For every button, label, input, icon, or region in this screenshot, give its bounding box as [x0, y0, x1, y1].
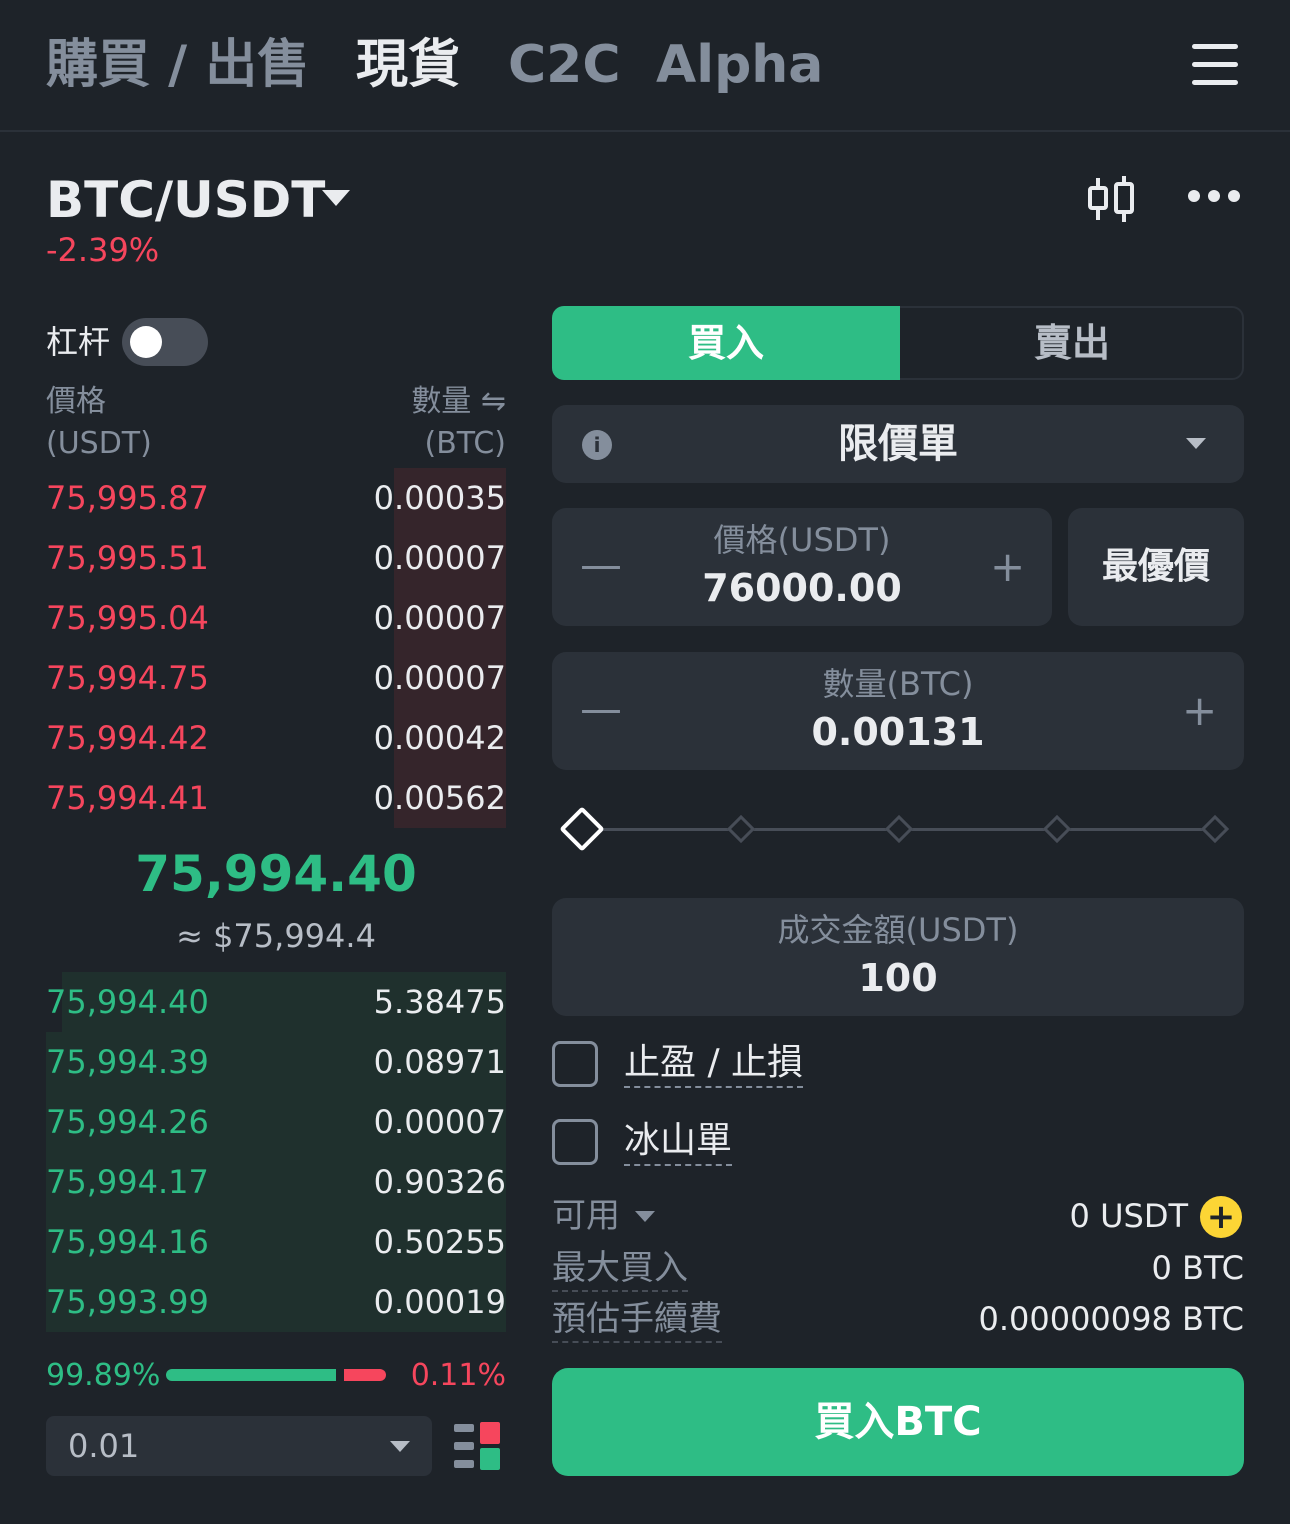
candlestick-chart-icon[interactable] [1086, 174, 1136, 224]
bid-quantity: 0.90326 [373, 1163, 506, 1201]
price-input-label: 價格(USDT) [713, 521, 891, 559]
ask-row[interactable]: 75,994.41 0.00562 [46, 768, 506, 828]
bid-quantity: 0.00007 [373, 1103, 506, 1141]
tab-spot[interactable]: 現貨 [356, 30, 460, 100]
slider-step-75[interactable] [1042, 814, 1072, 844]
ask-price: 75,994.75 [46, 659, 209, 697]
slider-handle[interactable] [559, 806, 605, 852]
ask-price: 75,995.87 [46, 479, 209, 517]
bid-row[interactable]: 75,993.99 0.00019 [46, 1272, 506, 1332]
max-buy-label[interactable]: 最大買入 [552, 1246, 688, 1292]
chevron-down-icon[interactable] [635, 1211, 655, 1222]
bid-row[interactable]: 75,994.17 0.90326 [46, 1152, 506, 1212]
bid-row[interactable]: 75,994.26 0.00007 [46, 1092, 506, 1152]
tp-sl-checkbox[interactable] [552, 1041, 598, 1087]
available-value: 0 USDT [1069, 1197, 1188, 1235]
ask-price: 75,994.41 [46, 779, 209, 817]
bid-quantity: 5.38475 [373, 983, 506, 1021]
price-input-value[interactable]: 76000.00 [552, 564, 1052, 612]
bid-price: 75,994.26 [46, 1103, 209, 1141]
ask-quantity: 0.00007 [373, 599, 506, 637]
plus-icon[interactable]: + [1182, 687, 1217, 735]
precision-value: 0.01 [68, 1427, 140, 1465]
sell-tab[interactable]: 賣出 [900, 306, 1244, 380]
last-price[interactable]: 75,994.40 [46, 842, 506, 906]
max-buy-value: 0 BTC [1151, 1249, 1245, 1287]
buy-ratio-bar [166, 1369, 336, 1381]
caret-down-icon[interactable] [322, 190, 350, 206]
slider-step-25[interactable] [726, 814, 756, 844]
buy-tab[interactable]: 買入 [552, 306, 900, 380]
sell-ratio: 0.11% [410, 1358, 506, 1393]
buy-btc-button[interactable]: 買入BTC [552, 1368, 1244, 1476]
total-input-value[interactable]: 100 [552, 954, 1244, 1002]
ask-row[interactable]: 75,994.75 0.00007 [46, 648, 506, 708]
bid-price: 75,994.40 [46, 983, 209, 1021]
slider-step-100[interactable] [1200, 814, 1230, 844]
leverage-toggle[interactable] [122, 318, 208, 366]
price-change: -2.39% [46, 231, 160, 269]
ask-price: 75,995.51 [46, 539, 209, 577]
quantity-input-value[interactable]: 0.00131 [552, 708, 1244, 756]
quantity-header[interactable]: 數量 ⇋ [411, 382, 506, 422]
more-options-icon[interactable] [1188, 190, 1242, 206]
iceberg-label[interactable]: 冰山單 [624, 1118, 733, 1166]
quantity-unit: (BTC) [424, 426, 506, 461]
price-header: 價格 [46, 384, 106, 419]
chevron-down-icon [390, 1441, 410, 1452]
add-funds-icon[interactable]: + [1200, 1196, 1242, 1238]
bid-price: 75,994.39 [46, 1043, 209, 1081]
chevron-down-icon [1186, 438, 1206, 449]
bid-price: 75,993.99 [46, 1283, 209, 1321]
sell-ratio-bar [344, 1369, 386, 1381]
ask-quantity: 0.00562 [373, 779, 506, 817]
ask-quantity: 0.00007 [373, 659, 506, 697]
pair-selector[interactable]: BTC/USDT [46, 170, 325, 230]
fee-value: 0.00000098 BTC [978, 1300, 1244, 1338]
plus-icon[interactable]: + [990, 543, 1025, 591]
ask-row[interactable]: 75,994.42 0.00042 [46, 708, 506, 768]
quantity-input-label: 數量(BTC) [822, 665, 974, 703]
tab-alpha[interactable]: Alpha [656, 30, 823, 100]
bid-price: 75,994.16 [46, 1223, 209, 1261]
bid-quantity: 0.08971 [373, 1043, 506, 1081]
tab-c2c[interactable]: C2C [508, 30, 621, 100]
total-input-label: 成交金額(USDT) [777, 911, 1019, 949]
precision-select[interactable]: 0.01 [46, 1416, 432, 1476]
bid-row[interactable]: 75,994.16 0.50255 [46, 1212, 506, 1272]
slider-step-50[interactable] [884, 814, 914, 844]
ask-price: 75,995.04 [46, 599, 209, 637]
tp-sl-label[interactable]: 止盈 / 止損 [624, 1040, 804, 1088]
last-price-usd: ≈ $75,994.4 [176, 917, 376, 955]
iceberg-checkbox[interactable] [552, 1119, 598, 1165]
bid-row[interactable]: 75,994.40 5.38475 [46, 972, 506, 1032]
bid-row[interactable]: 75,994.39 0.08971 [46, 1032, 506, 1092]
best-price-label: 最優價 [1101, 546, 1210, 587]
top-navigation: 購買 / 出售 現貨 C2C Alpha [0, 0, 1290, 132]
ask-quantity: 0.00035 [373, 479, 506, 517]
available-label[interactable]: 可用 [552, 1194, 620, 1238]
menu-icon[interactable] [1192, 44, 1238, 86]
bid-quantity: 0.00019 [373, 1283, 506, 1321]
ask-price: 75,994.42 [46, 719, 209, 757]
order-type-label: 限價單 [838, 421, 958, 467]
fee-label[interactable]: 預估手續費 [552, 1297, 722, 1343]
ask-quantity: 0.00007 [373, 539, 506, 577]
ask-row[interactable]: 75,995.87 0.00035 [46, 468, 506, 528]
ask-quantity: 0.00042 [373, 719, 506, 757]
buy-ratio: 99.89% [46, 1358, 161, 1393]
price-unit: (USDT) [46, 426, 152, 461]
tab-buy-sell[interactable]: 購買 / 出售 [46, 30, 309, 100]
toggle-knob [130, 326, 162, 358]
ask-row[interactable]: 75,995.51 0.00007 [46, 528, 506, 588]
bid-price: 75,994.17 [46, 1163, 209, 1201]
bid-quantity: 0.50255 [373, 1223, 506, 1261]
orderbook-layout-icon[interactable] [454, 1422, 502, 1470]
ask-row[interactable]: 75,995.04 0.00007 [46, 588, 506, 648]
leverage-label: 杠杆 [46, 323, 111, 361]
